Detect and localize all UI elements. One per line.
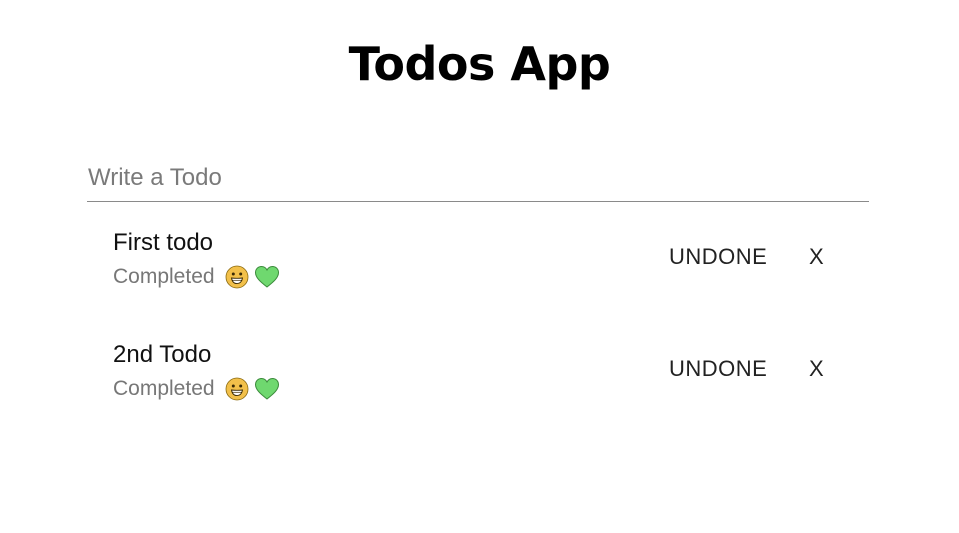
grinning-face-icon <box>225 377 248 401</box>
todo-status: Completed <box>113 262 280 292</box>
todo-input[interactable] <box>87 156 871 200</box>
todo-status: Completed <box>113 374 280 404</box>
page-title: Todos App <box>348 37 611 91</box>
todos-app: Todos App First todo Completed UNDONE <box>0 0 959 533</box>
todo-item: First todo Completed UNDONE X <box>87 212 869 324</box>
todo-text: 2nd Todo <box>113 341 212 368</box>
todo-input-wrapper <box>87 156 871 202</box>
undone-button[interactable]: UNDONE <box>669 242 767 272</box>
status-label: Completed <box>113 265 215 288</box>
green-heart-icon <box>254 265 279 288</box>
todo-item: 2nd Todo Completed UNDONE X <box>87 324 869 436</box>
delete-button[interactable]: X <box>809 242 824 272</box>
todo-list: First todo Completed UNDONE X 2nd Todo C… <box>87 212 869 436</box>
green-heart-icon <box>254 377 279 400</box>
grinning-face-icon <box>225 265 248 289</box>
status-label: Completed <box>113 377 215 400</box>
undone-button[interactable]: UNDONE <box>669 354 767 384</box>
todo-text: First todo <box>113 229 214 256</box>
delete-button[interactable]: X <box>809 354 824 384</box>
